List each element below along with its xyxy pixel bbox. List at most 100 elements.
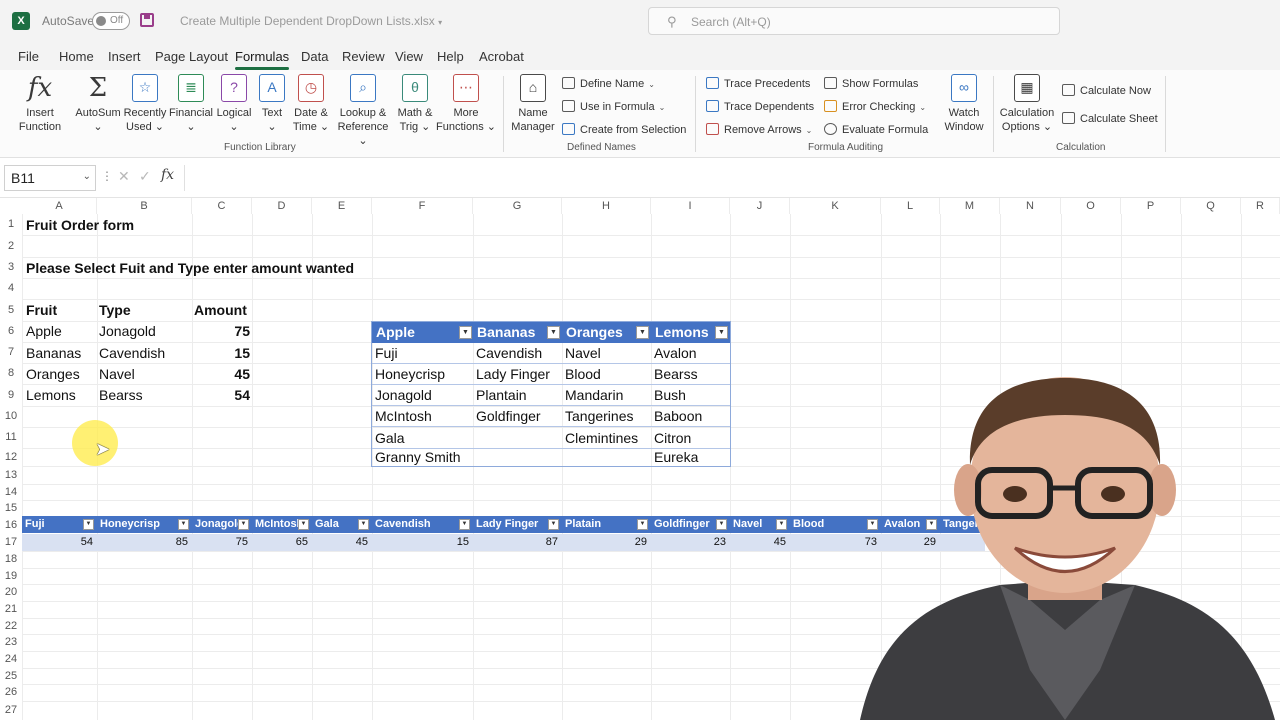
fruit-table-cell[interactable]: Tangerines <box>562 406 651 427</box>
order-type-cell[interactable]: Jonagold <box>99 323 156 339</box>
column-header[interactable]: O <box>1061 198 1121 214</box>
filter-dropdown-icon[interactable]: ▼ <box>547 326 560 339</box>
error-checking-button[interactable]: Error Checking ⌄ <box>824 100 926 113</box>
row-header[interactable]: 19 <box>0 568 22 584</box>
show-formulas-button[interactable]: Show Formulas <box>824 77 918 90</box>
column-header[interactable]: J <box>730 198 790 214</box>
order-amount-cell[interactable]: 54 <box>200 387 250 403</box>
insert-function-button[interactable]: fx Insert Function <box>14 74 66 134</box>
type-table-value[interactable]: 85 <box>97 534 192 551</box>
order-amount-cell[interactable]: 75 <box>200 323 250 339</box>
calculate-now-button[interactable]: Calculate Now <box>1062 84 1151 97</box>
type-table-value[interactable]: 45 <box>312 534 372 551</box>
fruit-table-cell[interactable]: Granny Smith <box>372 447 473 468</box>
fruit-table-cell[interactable]: Honeycrisp <box>372 364 473 385</box>
use-in-formula-button[interactable]: Use in Formula ⌄ <box>562 100 665 113</box>
enter-check-icon[interactable]: ✓ <box>139 168 151 185</box>
fruit-table-cell[interactable]: Navel <box>562 343 651 364</box>
row-header[interactable]: 10 <box>0 406 22 427</box>
fruit-table-cell[interactable]: Bush <box>651 385 730 406</box>
name-box[interactable]: B11 ⌄ <box>4 165 96 191</box>
tab-data[interactable]: Data <box>301 49 328 64</box>
tab-file[interactable]: File <box>18 49 39 64</box>
search-input[interactable]: ⚲ Search (Alt+Q) <box>648 7 1060 35</box>
type-table-value[interactable]: 15 <box>372 534 473 551</box>
row-header[interactable]: 8 <box>0 363 22 384</box>
logical-button[interactable]: ? Logical ⌄ <box>212 74 256 134</box>
fruit-table-cell[interactable]: Baboon <box>651 406 730 427</box>
filter-dropdown-icon[interactable]: ▼ <box>358 519 369 530</box>
lookup-reference-button[interactable]: ⌕ Lookup & Reference ⌄ <box>332 74 394 148</box>
insert-function-fx-icon[interactable]: fx <box>161 167 174 183</box>
fruit-table-cell[interactable]: Clemintines <box>562 428 651 449</box>
row-header[interactable]: 1 <box>0 214 22 235</box>
fruit-table-cell[interactable]: Plantain <box>473 385 562 406</box>
column-header[interactable]: H <box>562 198 651 214</box>
type-table-value[interactable]: 23 <box>651 534 730 551</box>
order-type-cell[interactable]: Bearss <box>99 387 143 403</box>
save-icon[interactable] <box>140 13 154 27</box>
fruit-table-cell[interactable]: Citron <box>651 428 730 449</box>
define-name-button[interactable]: Define Name ⌄ <box>562 77 655 90</box>
row-header[interactable]: 21 <box>0 601 22 618</box>
filter-dropdown-icon[interactable]: ▼ <box>298 519 309 530</box>
tab-insert[interactable]: Insert <box>108 49 141 64</box>
header-fruit[interactable]: Fruit <box>26 302 57 318</box>
fruit-table-cell[interactable]: Bearss <box>651 364 730 385</box>
filter-dropdown-icon[interactable]: ▼ <box>548 519 559 530</box>
fruit-table-cell[interactable]: Blood <box>562 364 651 385</box>
financial-button[interactable]: ≣ Financial ⌄ <box>166 74 216 134</box>
filter-dropdown-icon[interactable]: ▼ <box>459 326 472 339</box>
column-header[interactable]: A <box>22 198 97 214</box>
filter-dropdown-icon[interactable]: ▼ <box>83 519 94 530</box>
column-header[interactable]: D <box>252 198 312 214</box>
instruction-text[interactable]: Please Select Fuit and Type enter amount… <box>26 260 354 276</box>
row-header[interactable]: 12 <box>0 448 22 466</box>
filter-dropdown-icon[interactable]: ▼ <box>178 519 189 530</box>
column-header[interactable]: N <box>1000 198 1061 214</box>
order-type-cell[interactable]: Cavendish <box>99 345 165 361</box>
order-amount-cell[interactable]: 45 <box>200 366 250 382</box>
column-header[interactable]: G <box>473 198 562 214</box>
tab-view[interactable]: View <box>395 49 423 64</box>
row-header[interactable]: 23 <box>0 634 22 651</box>
fruit-table-header[interactable]: Bananas ▼ <box>473 322 562 343</box>
calculation-options-button[interactable]: ▦ Calculation Options ⌄ <box>998 74 1056 134</box>
filter-dropdown-icon[interactable]: ▼ <box>715 326 728 339</box>
tab-formulas[interactable]: Formulas <box>235 49 290 70</box>
column-header[interactable]: E <box>312 198 372 214</box>
calculate-sheet-button[interactable]: Calculate Sheet <box>1062 112 1158 125</box>
create-from-selection-button[interactable]: Create from Selection <box>562 123 686 136</box>
column-header[interactable]: I <box>651 198 730 214</box>
filter-dropdown-icon[interactable]: ▼ <box>716 519 727 530</box>
fruit-table-cell[interactable] <box>562 447 651 468</box>
row-header[interactable]: 20 <box>0 584 22 601</box>
filter-dropdown-icon[interactable]: ▼ <box>637 519 648 530</box>
autosum-button[interactable]: Σ AutoSum ⌄ <box>72 74 124 134</box>
fruit-table-cell[interactable]: Jonagold <box>372 385 473 406</box>
type-table-value[interactable]: 87 <box>473 534 562 551</box>
chevron-down-icon[interactable]: ⌄ <box>83 171 91 182</box>
filter-dropdown-icon[interactable]: ▼ <box>776 519 787 530</box>
row-header[interactable]: 14 <box>0 484 22 500</box>
date-time-button[interactable]: ◷ Date & Time ⌄ <box>289 74 333 134</box>
row-header[interactable]: 9 <box>0 384 22 406</box>
tab-page-layout[interactable]: Page Layout <box>155 49 228 64</box>
tab-review[interactable]: Review <box>342 49 385 64</box>
column-header[interactable]: C <box>192 198 252 214</box>
fruit-table-header[interactable]: Oranges ▼ <box>562 322 651 343</box>
watch-window-button[interactable]: ∞ Watch Window <box>940 74 988 134</box>
type-table-value[interactable]: 29 <box>562 534 651 551</box>
header-amount[interactable]: Amount <box>194 302 247 318</box>
fruit-table-cell[interactable]: Lady Finger <box>473 364 562 385</box>
text-button[interactable]: A Text ⌄ <box>254 74 290 134</box>
fruit-table-cell[interactable]: Goldfinger <box>473 406 562 427</box>
row-header[interactable]: 17 <box>0 534 22 551</box>
row-header[interactable]: 26 <box>0 684 22 701</box>
fruit-table-cell[interactable]: Mandarin <box>562 385 651 406</box>
fruit-table-cell[interactable] <box>473 447 562 468</box>
fruit-table-cell[interactable]: Cavendish <box>473 343 562 364</box>
tab-home[interactable]: Home <box>59 49 94 64</box>
column-header[interactable]: P <box>1121 198 1181 214</box>
row-header[interactable]: 7 <box>0 342 22 363</box>
